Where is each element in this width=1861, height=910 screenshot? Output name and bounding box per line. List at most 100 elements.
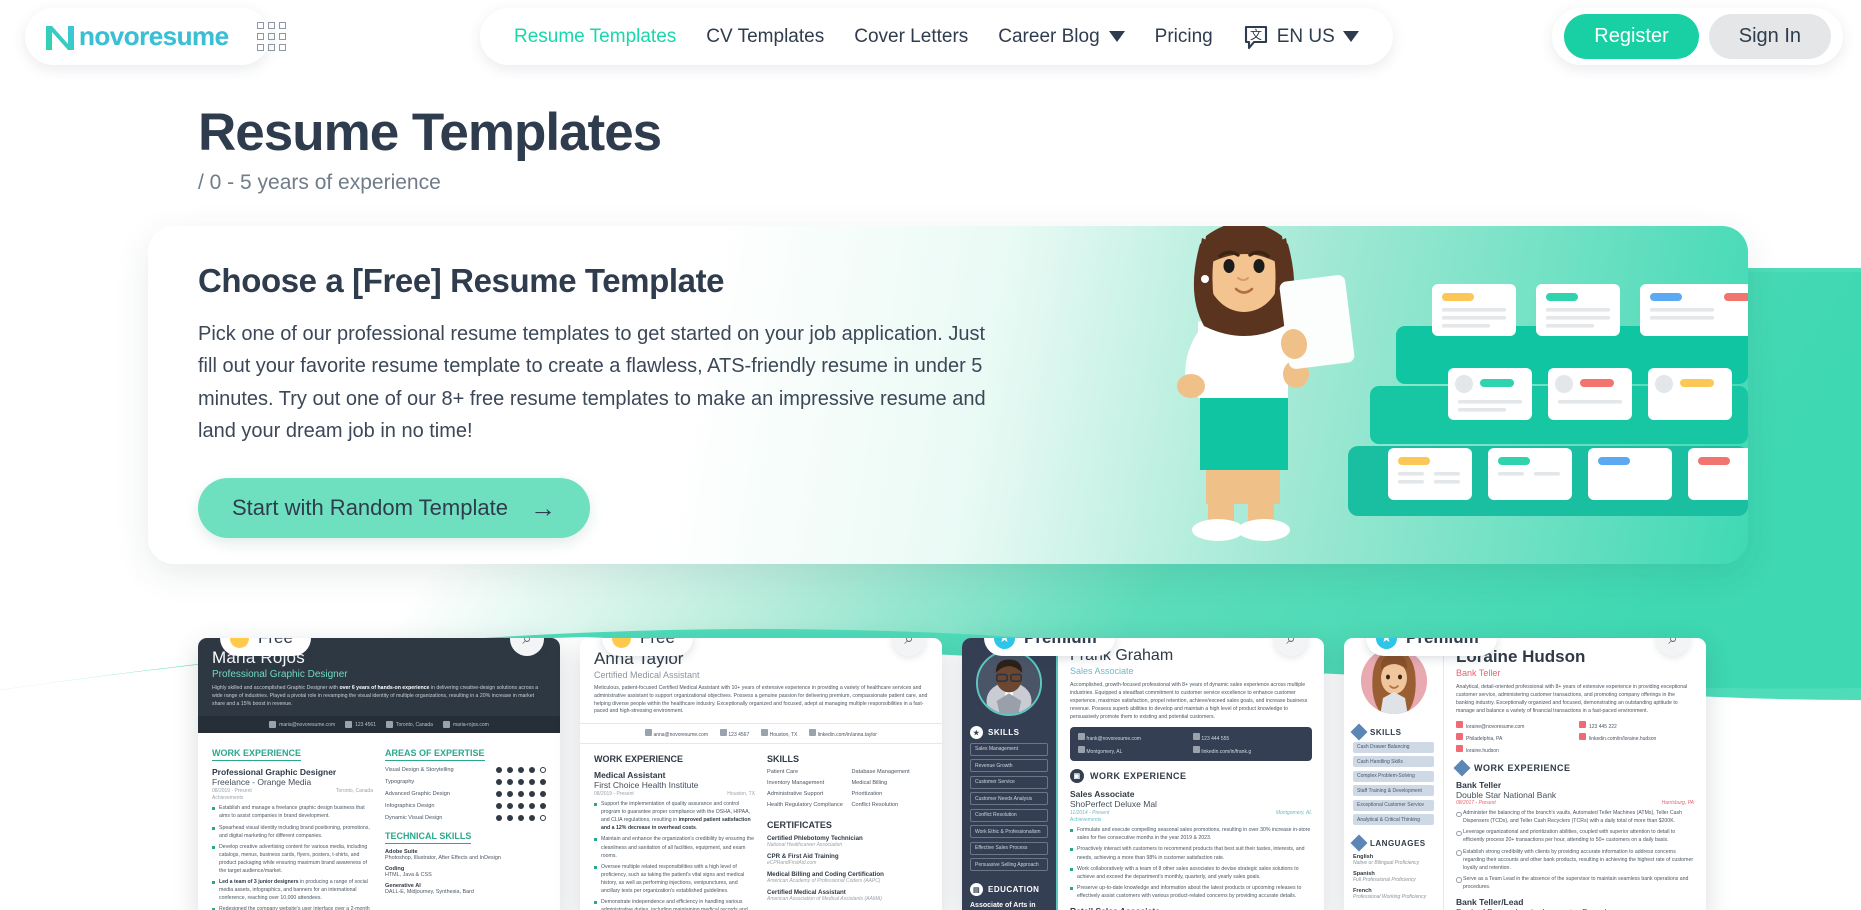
job-bullet: Spearhead visual identity including bran… bbox=[212, 824, 373, 840]
language-label: EN US bbox=[1276, 25, 1335, 47]
skill-chip: Conflict Resolution bbox=[970, 808, 1048, 822]
expertise-label: Dynamic Visual Design bbox=[385, 815, 443, 822]
tech-body: HTML, Java & CSS bbox=[385, 872, 432, 879]
template-card-anna-taylor[interactable]: Free ⌕ Anna Taylor Certified Medical Ass… bbox=[580, 638, 942, 910]
job-bullet: Oversee multiple related responsibilitie… bbox=[594, 863, 755, 895]
skills-heading: ★ SKILLS bbox=[970, 726, 1048, 739]
nav-item-cover-letters[interactable]: Cover Letters bbox=[854, 26, 968, 48]
skills-heading: SKILLS bbox=[1350, 723, 1434, 741]
certificate-title: CPR & First Aid Training bbox=[767, 853, 839, 861]
job-bullet: Establish strong credibility with client… bbox=[1456, 848, 1694, 872]
rating-dot bbox=[529, 803, 535, 810]
certificate-title: Certified Phlebotomy Technician bbox=[767, 835, 863, 843]
rating-dot bbox=[507, 815, 513, 822]
phone-icon bbox=[1193, 733, 1200, 741]
rating-dots bbox=[496, 779, 546, 786]
certificate-issuer: National Healthcareer Association bbox=[767, 842, 843, 849]
resume-body: WORK EXPERIENCE Professional Graphic Des… bbox=[198, 733, 560, 910]
translate-icon: 文 bbox=[1244, 25, 1267, 49]
rating-dot bbox=[518, 791, 524, 798]
education-icon: ▤ bbox=[970, 883, 983, 896]
signin-button[interactable]: Sign In bbox=[1708, 14, 1831, 59]
linkedin-icon bbox=[809, 729, 817, 737]
section-heading: WORK EXPERIENCE bbox=[212, 748, 302, 762]
nav-label: Pricing bbox=[1154, 25, 1213, 47]
rating-dot bbox=[518, 779, 524, 786]
resume-main: Loraine Hudson Bank Teller Analytical, d… bbox=[1444, 638, 1706, 910]
nav-item-pricing[interactable]: Pricing bbox=[1155, 26, 1213, 48]
contact-email: loraine@novoresume.com bbox=[1456, 721, 1571, 730]
register-button[interactable]: Register bbox=[1564, 14, 1699, 59]
nav-item-cv-templates[interactable]: CV Templates bbox=[706, 26, 824, 48]
languages-heading: LANGUAGES bbox=[1350, 834, 1434, 852]
certificate-title: Certified Medical Assistant bbox=[767, 889, 846, 897]
job-dates: 08/2017 - Present bbox=[1456, 800, 1496, 807]
phone-icon bbox=[720, 729, 727, 737]
nav-item-career-blog[interactable]: Career Blog bbox=[998, 26, 1125, 48]
certificate-title: Medical Billing and Coding Certification bbox=[767, 871, 884, 879]
expertise-label: Infographics Design bbox=[385, 803, 435, 810]
woman-character bbox=[1177, 226, 1355, 541]
nav-item-resume-templates[interactable]: Resume Templates bbox=[514, 26, 676, 48]
skill-chip: Customer Service bbox=[970, 775, 1048, 789]
resume-summary: Accomplished, growth-focused professiona… bbox=[1070, 682, 1308, 721]
language-selector[interactable]: 文 EN US bbox=[1243, 24, 1359, 50]
phone-icon bbox=[1579, 721, 1586, 729]
apps-grid-icon[interactable] bbox=[256, 22, 286, 51]
skill-item: Conflict Resolution bbox=[851, 802, 899, 809]
job-bullet: Work collaboratively with a team of 8 ot… bbox=[1070, 865, 1312, 881]
badge-premium: ★ Premium bbox=[1366, 638, 1497, 656]
certificate-issuer: eCPRandFirstAid.com bbox=[767, 860, 817, 867]
contact-location: Toronto, Canada bbox=[385, 721, 433, 729]
expertise-row: Advanced Graphic Design bbox=[385, 791, 546, 798]
job-company: Freelance - Orange Media bbox=[212, 777, 312, 788]
contact-linkedin: linkedin.com/in/loraine.hudson bbox=[1579, 733, 1694, 742]
job-location: Toronto, Canada bbox=[336, 788, 373, 795]
certificate-issuer: American Association of Medical Assistan… bbox=[767, 896, 882, 903]
job-title: Retail Sales Associate bbox=[1070, 906, 1312, 910]
resume-sidebar: SKILLS Cash Drawer Balancing Cash Handlin… bbox=[1344, 638, 1444, 910]
page-title: Resume Templates bbox=[198, 103, 662, 162]
template-cards-row: Free ⌕ Maria Rojos Professional Graphic … bbox=[0, 610, 1861, 910]
free-dot-icon bbox=[612, 638, 631, 648]
language-level: Native or Bilingual Proficiency bbox=[1353, 860, 1420, 866]
skill-row: Health Regulatory Compliance Conflict Res… bbox=[767, 802, 928, 808]
skill-chip: Persuasive Selling Approach bbox=[970, 858, 1048, 871]
language-level: Professional Working Proficiency bbox=[1353, 894, 1427, 900]
template-card-loraine-hudson[interactable]: ★ Premium ⌕ bbox=[1344, 638, 1706, 910]
resume-body: ★ SKILLS Sales Management Revenue Growth C… bbox=[962, 638, 1324, 910]
page-header: Resume Templates / 0 - 5 years of experi… bbox=[198, 103, 662, 195]
job-label: Achievements bbox=[1070, 817, 1102, 824]
job-title: Bank Teller bbox=[1456, 780, 1502, 791]
template-card-maria-rojos[interactable]: Free ⌕ Maria Rojos Professional Graphic … bbox=[198, 638, 560, 910]
logo[interactable]: novoresume bbox=[25, 8, 286, 65]
contact-phone: 123 4567 bbox=[720, 729, 749, 738]
resume-right-column: AREAS OF EXPERTISE Visual Design & Story… bbox=[385, 743, 546, 910]
job-bullet: Administer the balancing of the branch's… bbox=[1456, 809, 1694, 825]
start-random-template-button[interactable]: Start with Random Template → bbox=[198, 477, 590, 538]
badge-label: Free bbox=[640, 638, 675, 648]
contact-email: maria@novoresume.com bbox=[269, 721, 335, 729]
resume-role: Certified Medical Assistant bbox=[594, 670, 700, 680]
hero-title: Choose a [Free] Resume Template bbox=[198, 262, 725, 299]
rating-dot bbox=[540, 803, 546, 810]
rating-dot bbox=[507, 791, 513, 798]
badge-premium: ★ Premium bbox=[984, 638, 1115, 656]
badge-label: Premium bbox=[1024, 638, 1097, 648]
rating-dots bbox=[496, 791, 546, 798]
skill-chip: Complex Problem-Solving bbox=[1353, 770, 1434, 782]
work-heading: WORK EXPERIENCE bbox=[1453, 759, 1694, 777]
resume-body: WORK EXPERIENCE Medical Assistant First … bbox=[580, 744, 942, 910]
job-title: Bank Teller/Lead bbox=[1456, 896, 1524, 907]
job-location: Harrisburg, PA bbox=[1661, 800, 1694, 807]
contact-linkedin: linkedin.com/in/anna.taylor bbox=[809, 729, 877, 738]
resume-body: SKILLS Cash Drawer Balancing Cash Handlin… bbox=[1344, 638, 1706, 910]
template-card-frank-graham[interactable]: ★ Premium ⌕ bbox=[962, 638, 1324, 910]
rating-dot bbox=[518, 815, 524, 822]
nav-label: CV Templates bbox=[706, 25, 825, 47]
contact-location: Philadelphia, PA bbox=[1456, 733, 1571, 742]
skill-chip: Sales Management bbox=[970, 742, 1048, 756]
star-icon: ★ bbox=[1376, 638, 1397, 649]
nav-label: Cover Letters bbox=[854, 25, 969, 47]
diamond-icon bbox=[1453, 759, 1471, 777]
